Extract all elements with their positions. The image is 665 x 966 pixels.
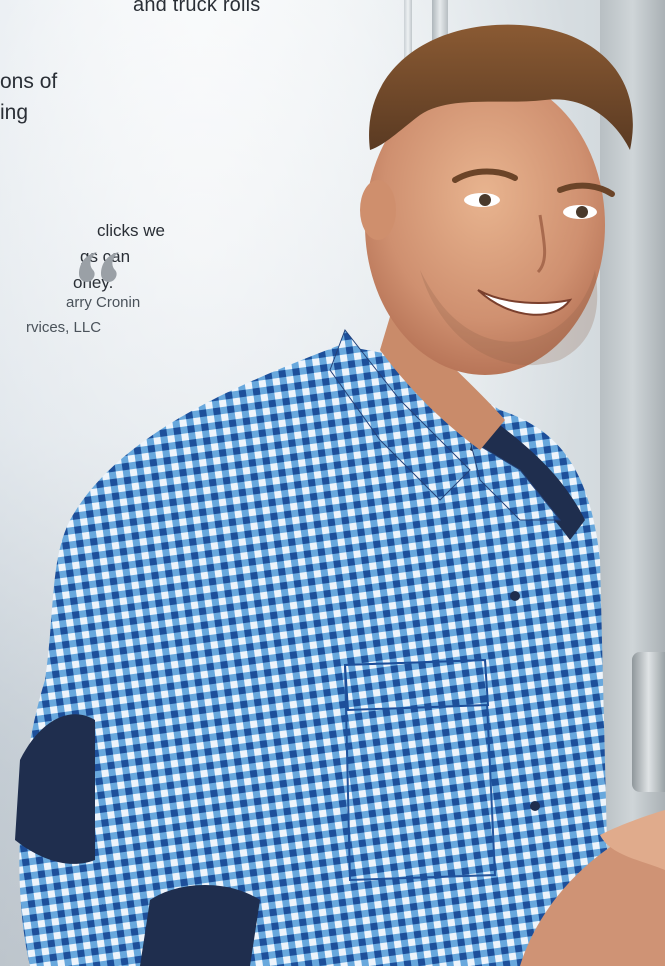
closing-quote-icon <box>79 252 119 282</box>
attribution-company: rvices, LLC <box>26 319 102 336</box>
shirt <box>19 345 611 966</box>
body-text: ons of ing <box>0 66 57 128</box>
smiling-man-photo <box>15 24 665 966</box>
quote-line-1: clicks we <box>97 221 166 240</box>
testimonial-attribution: arry Cronin rvices, LLC <box>0 290 140 340</box>
body-line-2: ing <box>0 101 29 124</box>
benefit-line-top: and truck rolls <box>133 0 261 16</box>
body-line-1: ons of <box>0 70 58 93</box>
attribution-name: arry Cronin <box>66 294 141 311</box>
